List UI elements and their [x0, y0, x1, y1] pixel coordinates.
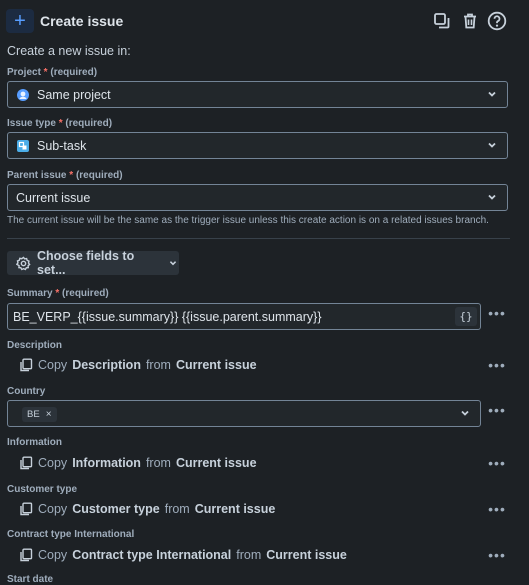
from-text: from — [236, 548, 262, 562]
copy-text: Copy — [38, 548, 68, 562]
field-name: Customer type — [72, 502, 160, 516]
source-name: Current issue — [175, 456, 257, 470]
required-text: (required) — [65, 118, 113, 129]
trash-icon[interactable] — [459, 10, 481, 32]
country-label: Country — [7, 386, 46, 397]
copy-text: Copy — [38, 456, 68, 470]
customer-type-label: Customer type — [7, 484, 78, 495]
more-icon[interactable]: ••• — [487, 357, 507, 373]
field-name: Information — [72, 456, 141, 470]
country-select[interactable]: BE × — [7, 400, 481, 427]
source-name: Current issue — [194, 502, 276, 516]
summary-value: BE_VERP_{{issue.summary}} {{issue.parent… — [13, 309, 322, 324]
parent-issue-label: Parent issue * (required) — [7, 170, 123, 181]
parent-issue-label-text: Parent issue — [7, 170, 67, 181]
help-icon[interactable] — [486, 10, 508, 32]
copy-text: Copy — [38, 358, 68, 372]
more-icon[interactable]: ••• — [487, 501, 507, 517]
country-chip: BE × — [22, 407, 57, 422]
duplicate-icon[interactable] — [431, 10, 453, 32]
parent-issue-help-text: The current issue will be the same as th… — [7, 215, 489, 226]
required-star: * — [40, 67, 51, 78]
from-text: from — [145, 456, 171, 470]
copy-text: Copy — [38, 502, 68, 516]
issue-type-label: Issue type * (required) — [7, 118, 112, 129]
more-icon[interactable]: ••• — [487, 455, 507, 471]
start-date-label: Start date — [7, 574, 54, 585]
subtask-icon — [17, 139, 29, 152]
chevron-down-icon — [485, 138, 499, 155]
required-text: (required) — [62, 288, 109, 299]
more-icon[interactable]: ••• — [487, 547, 507, 563]
chevron-down-icon — [167, 257, 179, 269]
summary-label-text: Summary — [7, 288, 53, 299]
issue-type-value: Sub-task — [37, 138, 87, 153]
chevron-down-icon — [458, 406, 472, 423]
required-text: (required) — [50, 67, 98, 78]
issue-type-label-text: Issue type — [7, 118, 56, 129]
intro-text: Create a new issue in: — [7, 44, 131, 58]
summary-input[interactable]: BE_VERP_{{issue.summary}} {{issue.parent… — [7, 303, 481, 330]
chevron-down-icon — [485, 190, 499, 207]
project-select[interactable]: Same project — [7, 81, 508, 108]
project-label: Project * (required) — [7, 67, 97, 78]
information-label: Information — [7, 437, 62, 448]
contract-type-copy-row: Copy Contract type International from Cu… — [19, 548, 347, 562]
parent-issue-select[interactable]: Current issue — [7, 184, 508, 211]
required-star: * — [55, 118, 66, 129]
from-text: from — [145, 358, 171, 372]
description-copy-row: Copy Description from Current issue — [19, 358, 257, 372]
chevron-down-icon — [485, 87, 499, 104]
gear-icon — [16, 255, 31, 271]
field-name: Contract type International — [72, 548, 232, 562]
project-label-text: Project — [7, 67, 41, 78]
field-name: Description — [72, 358, 141, 372]
copy-icon — [19, 456, 33, 470]
parent-issue-value: Current issue — [16, 190, 91, 205]
more-icon[interactable]: ••• — [487, 305, 507, 321]
more-icon[interactable]: ••• — [487, 402, 507, 418]
information-copy-row: Copy Information from Current issue — [19, 456, 257, 470]
summary-label: Summary * (required) — [7, 288, 109, 299]
close-icon[interactable]: × — [46, 409, 52, 420]
from-text: from — [164, 502, 190, 516]
project-value: Same project — [37, 87, 111, 102]
project-avatar-icon — [17, 88, 29, 101]
add-component-icon: + — [6, 9, 34, 33]
description-label: Description — [7, 340, 63, 351]
copy-icon — [19, 358, 33, 372]
required-star: * — [52, 288, 63, 299]
issue-type-select[interactable]: Sub-task — [7, 132, 508, 159]
panel-title: Create issue — [40, 13, 124, 29]
choose-fields-label: Choose fields to set... — [37, 249, 135, 277]
smart-value-button[interactable]: {} — [455, 307, 477, 326]
country-chip-label: BE — [27, 409, 40, 420]
copy-icon — [19, 548, 33, 562]
contract-type-label: Contract type International — [7, 529, 135, 540]
divider — [7, 238, 510, 239]
required-star: * — [66, 170, 76, 181]
source-name: Current issue — [175, 358, 257, 372]
copy-icon — [19, 502, 33, 516]
customer-type-copy-row: Copy Customer type from Current issue — [19, 502, 275, 516]
source-name: Current issue — [266, 548, 347, 562]
required-text: (required) — [75, 170, 123, 181]
choose-fields-button[interactable]: Choose fields to set... — [7, 249, 179, 277]
